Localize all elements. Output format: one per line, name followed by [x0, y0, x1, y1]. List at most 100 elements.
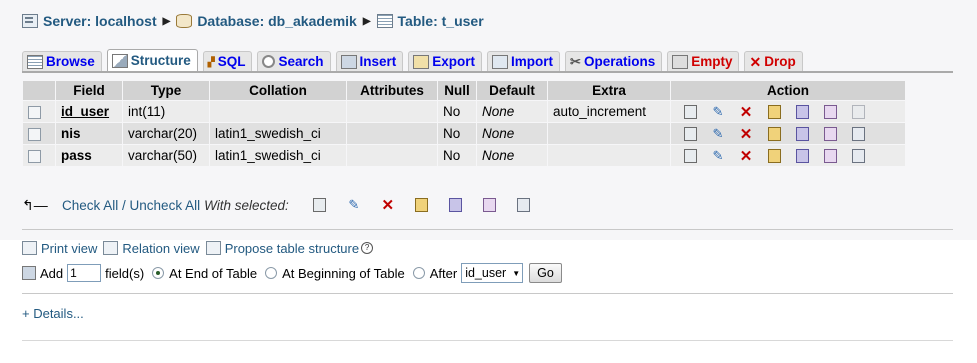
- fulltext-icon[interactable]: [844, 148, 872, 164]
- primary-key-icon[interactable]: [760, 104, 788, 120]
- primary-key-icon[interactable]: [760, 126, 788, 142]
- tab-import[interactable]: Import: [487, 51, 561, 71]
- propose-structure-link[interactable]: Propose table structure: [225, 241, 359, 256]
- delete-x-icon[interactable]: ✕: [371, 197, 405, 214]
- details-link[interactable]: + Details...: [22, 306, 84, 321]
- check-all-link[interactable]: Check All: [62, 198, 118, 213]
- tab-search[interactable]: Search: [257, 51, 331, 71]
- breadcrumb-server[interactable]: Server: localhost: [43, 13, 157, 29]
- tab-structure[interactable]: Structure: [106, 49, 198, 71]
- breadcrumb-separator: ▶: [162, 15, 171, 27]
- browse-icon: [27, 54, 43, 69]
- tab-operations[interactable]: ✂ Operations: [565, 51, 663, 71]
- fulltext-icon[interactable]: [844, 126, 872, 142]
- divider: [22, 293, 953, 294]
- row-actions: ✎ ✕: [671, 123, 905, 144]
- field-default: None: [477, 123, 547, 144]
- divider: [22, 340, 953, 341]
- primary-key-icon[interactable]: [760, 148, 788, 164]
- search-icon: [262, 55, 276, 68]
- column-header-default[interactable]: Default: [477, 81, 547, 100]
- index-icon[interactable]: [816, 104, 844, 120]
- index-icon[interactable]: [473, 197, 507, 213]
- print-icon: [22, 241, 37, 255]
- at-end-radio[interactable]: [152, 267, 165, 279]
- breadcrumb-table[interactable]: Table: t_user: [398, 13, 484, 29]
- edit-pencil-icon[interactable]: ✎: [704, 104, 732, 120]
- help-icon[interactable]: ?: [361, 242, 374, 254]
- at-beginning-label[interactable]: At Beginning of Table: [282, 266, 405, 281]
- row-actions: ✎ ✕: [671, 101, 905, 122]
- add-label: Add: [40, 265, 64, 281]
- sql-icon: ▞: [207, 56, 215, 67]
- arrow-up-icon: ↰—: [22, 196, 48, 213]
- empty-icon: [672, 54, 689, 69]
- browse-distinct-icon[interactable]: [303, 197, 337, 213]
- insert-icon: [340, 54, 357, 69]
- breadcrumb-separator: ▶: [362, 15, 371, 27]
- tab-export[interactable]: Export: [408, 51, 483, 71]
- go-button[interactable]: Go: [529, 263, 562, 283]
- browse-distinct-icon[interactable]: [676, 148, 704, 164]
- field-count-input[interactable]: [67, 264, 102, 282]
- tab-insert[interactable]: Insert: [335, 51, 404, 71]
- field-attributes: [347, 123, 437, 144]
- field-collation: latin1_swedish_ci: [210, 145, 346, 166]
- uncheck-all-link[interactable]: Uncheck All: [130, 198, 201, 213]
- edit-pencil-icon[interactable]: ✎: [704, 126, 732, 142]
- row-checkbox[interactable]: [28, 105, 41, 119]
- column-header-extra[interactable]: Extra: [548, 81, 670, 100]
- tab-underline: [22, 71, 953, 73]
- chevron-down-icon: ▼: [512, 268, 521, 278]
- unique-icon[interactable]: [788, 104, 816, 120]
- column-header-field[interactable]: Field: [56, 81, 122, 100]
- after-field-select[interactable]: id_user ▼: [461, 263, 524, 283]
- table-row: nis varchar(20) latin1_swedish_ci No Non…: [23, 123, 905, 144]
- server-icon: [22, 14, 38, 28]
- at-beginning-radio[interactable]: [265, 267, 278, 279]
- delete-x-icon[interactable]: ✕: [732, 126, 760, 143]
- column-header-null[interactable]: Null: [438, 81, 476, 100]
- breadcrumb: Server: localhost ▶ Database: db_akademi…: [22, 10, 484, 32]
- fulltext-icon[interactable]: [844, 104, 872, 120]
- unique-icon[interactable]: [788, 148, 816, 164]
- fields-label: field(s): [105, 265, 145, 281]
- browse-distinct-icon[interactable]: [676, 104, 704, 120]
- tab-drop[interactable]: ✕ Drop: [744, 51, 803, 71]
- primary-key-icon[interactable]: [405, 197, 439, 213]
- relation-view-link[interactable]: Relation view: [122, 241, 199, 256]
- check-all-row: ↰— Check All / Uncheck All With selected…: [22, 194, 722, 216]
- column-header-type[interactable]: Type: [123, 81, 209, 100]
- fulltext-icon[interactable]: [507, 197, 541, 213]
- tab-empty[interactable]: Empty: [667, 51, 740, 71]
- structure-icon: [111, 53, 128, 68]
- structure-table: Field Type Collation Attributes Null Def…: [22, 80, 906, 167]
- after-radio[interactable]: [412, 267, 425, 279]
- after-label[interactable]: After: [430, 266, 457, 281]
- index-icon[interactable]: [816, 126, 844, 142]
- row-checkbox[interactable]: [28, 149, 41, 163]
- field-default: None: [477, 145, 547, 166]
- delete-x-icon[interactable]: ✕: [732, 104, 760, 121]
- tab-browse[interactable]: Browse: [22, 51, 102, 71]
- row-checkbox[interactable]: [28, 127, 41, 141]
- delete-x-icon[interactable]: ✕: [732, 148, 760, 165]
- table-header-row: Field Type Collation Attributes Null Def…: [23, 81, 905, 100]
- unique-icon[interactable]: [439, 197, 473, 213]
- field-null: No: [438, 101, 476, 122]
- edit-pencil-icon[interactable]: ✎: [337, 197, 371, 213]
- print-view-link[interactable]: Print view: [41, 241, 97, 256]
- browse-distinct-icon[interactable]: [676, 126, 704, 142]
- at-end-label[interactable]: At End of Table: [169, 266, 257, 281]
- index-icon[interactable]: [816, 148, 844, 164]
- unique-icon[interactable]: [788, 126, 816, 142]
- tab-sql[interactable]: ▞ SQL: [202, 51, 253, 71]
- breadcrumb-database[interactable]: Database: db_akademik: [197, 13, 357, 29]
- edit-pencil-icon[interactable]: ✎: [704, 148, 732, 164]
- column-header-action: Action: [671, 81, 905, 100]
- column-header-attributes[interactable]: Attributes: [347, 81, 437, 100]
- field-type: int(11): [123, 101, 209, 122]
- field-extra: [548, 123, 670, 144]
- field-extra: [548, 145, 670, 166]
- column-header-collation[interactable]: Collation: [210, 81, 346, 100]
